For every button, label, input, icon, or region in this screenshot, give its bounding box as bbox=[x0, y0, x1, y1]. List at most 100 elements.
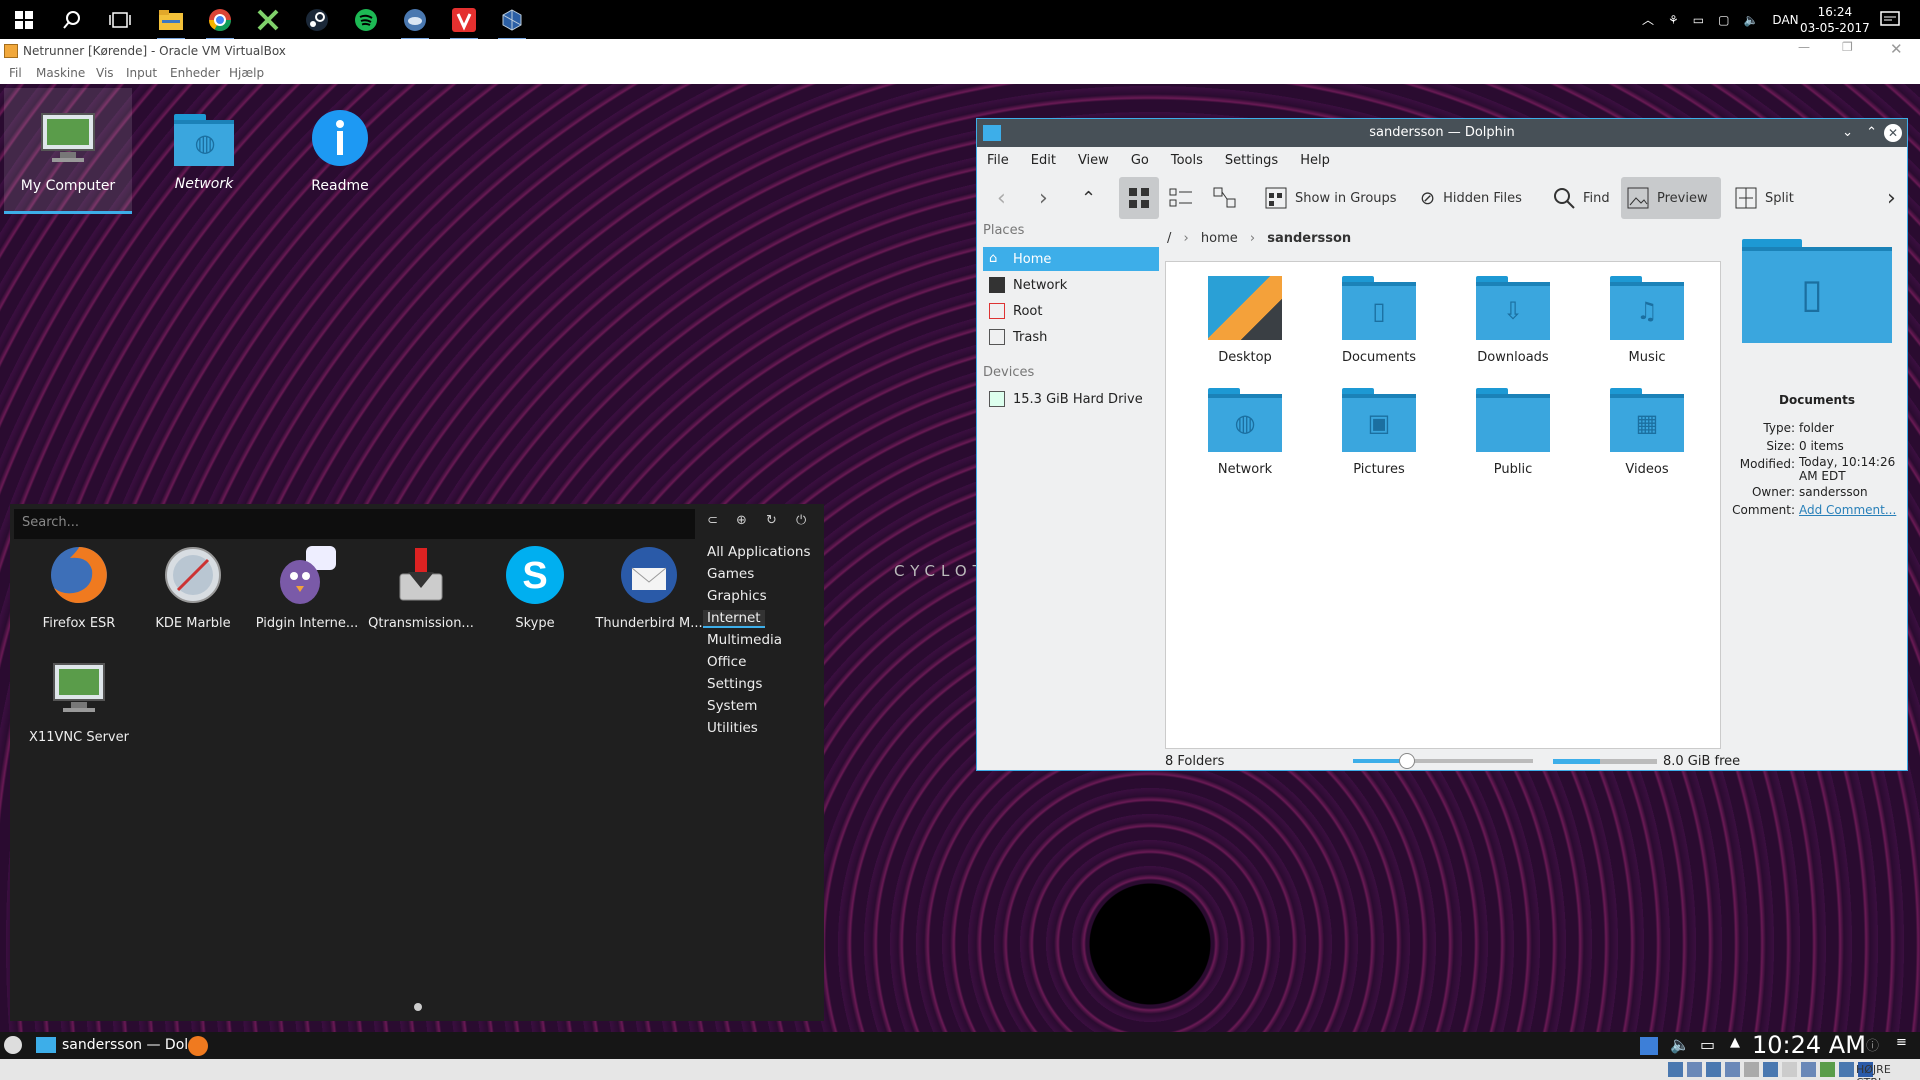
panel-clock[interactable]: 10:24 AM bbox=[1752, 1031, 1866, 1059]
close-button[interactable]: ✕ bbox=[1890, 40, 1903, 58]
spotify-icon[interactable] bbox=[352, 6, 380, 34]
firefox-task-icon[interactable] bbox=[188, 1036, 208, 1056]
folder-item[interactable]: ◍ Network bbox=[1190, 388, 1300, 477]
file-explorer-icon[interactable] bbox=[157, 6, 185, 41]
chevron-down-icon[interactable]: ⌄ bbox=[1842, 119, 1853, 147]
chevron-up-icon[interactable]: ▲ bbox=[1730, 1035, 1740, 1050]
panel-menu-icon[interactable]: ≡ bbox=[1896, 1035, 1907, 1050]
network-adapter-icon[interactable] bbox=[1725, 1062, 1740, 1077]
app-x11vnc[interactable]: X11VNC Server bbox=[22, 658, 136, 745]
tool-icon[interactable] bbox=[254, 6, 282, 34]
category-internet[interactable]: Internet bbox=[703, 610, 765, 628]
category-settings[interactable]: Settings bbox=[707, 676, 762, 692]
volume-icon[interactable]: 🔈 bbox=[1743, 13, 1758, 27]
folder-item[interactable]: Public bbox=[1458, 388, 1568, 477]
virtualbox-icon[interactable] bbox=[498, 6, 526, 41]
place-network[interactable]: Network bbox=[983, 273, 1159, 297]
display-icon[interactable]: ▢ bbox=[1718, 13, 1729, 27]
overflow-chevron-icon[interactable]: › bbox=[1881, 177, 1902, 219]
info-icon[interactable]: ⓘ bbox=[1866, 1035, 1879, 1054]
menu-fil[interactable]: Fil bbox=[9, 66, 22, 80]
chevron-up-icon[interactable]: ︿ bbox=[1642, 11, 1654, 28]
language-indicator[interactable]: DAN bbox=[1772, 13, 1798, 27]
usb-icon[interactable] bbox=[1744, 1062, 1759, 1077]
menu-view[interactable]: View bbox=[1078, 153, 1109, 168]
back-icon[interactable]: ‹ bbox=[991, 177, 1012, 219]
menu-vis[interactable]: Vis bbox=[96, 66, 114, 80]
menu-settings[interactable]: Settings bbox=[1225, 153, 1278, 168]
device-hard-drive[interactable]: 15.3 GiB Hard Drive bbox=[983, 387, 1159, 411]
desktop-icon-my-computer[interactable]: My Computer bbox=[4, 88, 132, 214]
hidden-files-button[interactable]: ⊘ Hidden Files bbox=[1414, 177, 1528, 219]
desktop-icon-network[interactable]: ◍ Network bbox=[140, 88, 268, 192]
category-graphics[interactable]: Graphics bbox=[707, 588, 767, 604]
app-skype[interactable]: S Skype bbox=[478, 544, 592, 631]
lock-icon[interactable]: ⊕ bbox=[736, 513, 747, 528]
details-view-icon[interactable] bbox=[1207, 177, 1243, 219]
app-kde-marble[interactable]: KDE Marble bbox=[136, 544, 250, 631]
menu-input[interactable]: Input bbox=[126, 66, 157, 80]
breadcrumb-user[interactable]: sandersson bbox=[1267, 231, 1351, 246]
add-comment-link[interactable]: Add Comment... bbox=[1799, 501, 1909, 519]
battery-icon[interactable]: ▭ bbox=[1693, 13, 1704, 27]
launcher-search-input[interactable]: Search... bbox=[14, 509, 695, 539]
zoom-slider-handle[interactable] bbox=[1399, 753, 1415, 769]
steam-icon[interactable] bbox=[303, 6, 331, 34]
cloud-icon[interactable] bbox=[401, 6, 429, 41]
virtualization-icon[interactable] bbox=[1820, 1062, 1835, 1077]
power-icon[interactable]: ⏻ bbox=[796, 513, 806, 528]
category-games[interactable]: Games bbox=[707, 566, 754, 582]
page-indicator[interactable] bbox=[414, 1003, 422, 1011]
category-system[interactable]: System bbox=[707, 698, 757, 714]
folder-item[interactable]: ▯ Documents bbox=[1324, 276, 1434, 365]
folder-item[interactable]: ♫ Music bbox=[1592, 276, 1702, 365]
place-root[interactable]: Root bbox=[983, 299, 1159, 323]
task-view-icon[interactable] bbox=[106, 6, 134, 34]
folder-item[interactable]: ⇩ Downloads bbox=[1458, 276, 1568, 365]
close-button[interactable]: ✕ bbox=[1884, 124, 1902, 142]
forward-icon[interactable]: › bbox=[1033, 177, 1054, 219]
compact-view-icon[interactable] bbox=[1163, 177, 1199, 219]
back-icon[interactable]: ⊂ bbox=[707, 513, 718, 528]
switch-user-icon[interactable]: ↻ bbox=[766, 513, 777, 528]
folder-item[interactable]: ▦ Videos bbox=[1592, 388, 1702, 477]
clipboard-icon[interactable] bbox=[1640, 1037, 1658, 1055]
zoom-slider[interactable] bbox=[1353, 753, 1533, 769]
app-qtransmission[interactable]: Qtransmission... bbox=[364, 544, 478, 631]
start-icon[interactable] bbox=[10, 6, 38, 34]
menu-tools[interactable]: Tools bbox=[1171, 153, 1203, 168]
network-icon[interactable]: ⚘ bbox=[1668, 13, 1679, 27]
menu-maskine[interactable]: Maskine bbox=[36, 66, 85, 80]
menu-edit[interactable]: Edit bbox=[1031, 153, 1056, 168]
application-launcher-icon[interactable] bbox=[4, 1036, 22, 1054]
menu-enheder[interactable]: Enheder bbox=[170, 66, 220, 80]
folder-item[interactable]: ▣ Pictures bbox=[1324, 388, 1434, 477]
place-trash[interactable]: Trash bbox=[983, 325, 1159, 349]
shared-folder-icon[interactable] bbox=[1763, 1062, 1778, 1077]
minimize-button[interactable]: — bbox=[1798, 40, 1810, 54]
breadcrumb-root[interactable]: / bbox=[1167, 231, 1171, 246]
clock[interactable]: 16:24 03-05-2017 bbox=[1800, 0, 1870, 39]
breadcrumb-home[interactable]: home bbox=[1201, 231, 1238, 246]
icons-view-icon[interactable] bbox=[1119, 177, 1159, 219]
category-all-applications[interactable]: All Applications bbox=[707, 544, 811, 560]
chrome-icon[interactable] bbox=[206, 6, 234, 41]
app-pidgin[interactable]: Pidgin Interne... bbox=[250, 544, 364, 631]
menu-file[interactable]: File bbox=[987, 153, 1009, 168]
menu-hjaelp[interactable]: Hjælp bbox=[229, 66, 264, 80]
mouse-integration-icon[interactable] bbox=[1839, 1062, 1854, 1077]
capture-icon[interactable] bbox=[1801, 1062, 1816, 1077]
find-button[interactable]: Find bbox=[1547, 177, 1616, 219]
preview-button[interactable]: Preview bbox=[1621, 177, 1721, 219]
category-utilities[interactable]: Utilities bbox=[707, 720, 758, 736]
network-icon[interactable]: ▭ bbox=[1700, 1035, 1715, 1054]
notifications-icon[interactable] bbox=[1876, 6, 1904, 34]
restore-button[interactable]: ❐ bbox=[1842, 40, 1853, 54]
vivaldi-icon[interactable] bbox=[450, 6, 478, 41]
volume-icon[interactable]: 🔈 bbox=[1670, 1035, 1690, 1054]
audio-icon[interactable] bbox=[1706, 1062, 1721, 1077]
file-view[interactable]: Desktop ▯ Documents ⇩ Downloads ♫ Music … bbox=[1165, 261, 1721, 749]
app-firefox[interactable]: Firefox ESR bbox=[22, 544, 136, 631]
app-thunderbird[interactable]: Thunderbird M... bbox=[592, 544, 706, 631]
menu-go[interactable]: Go bbox=[1131, 153, 1149, 168]
